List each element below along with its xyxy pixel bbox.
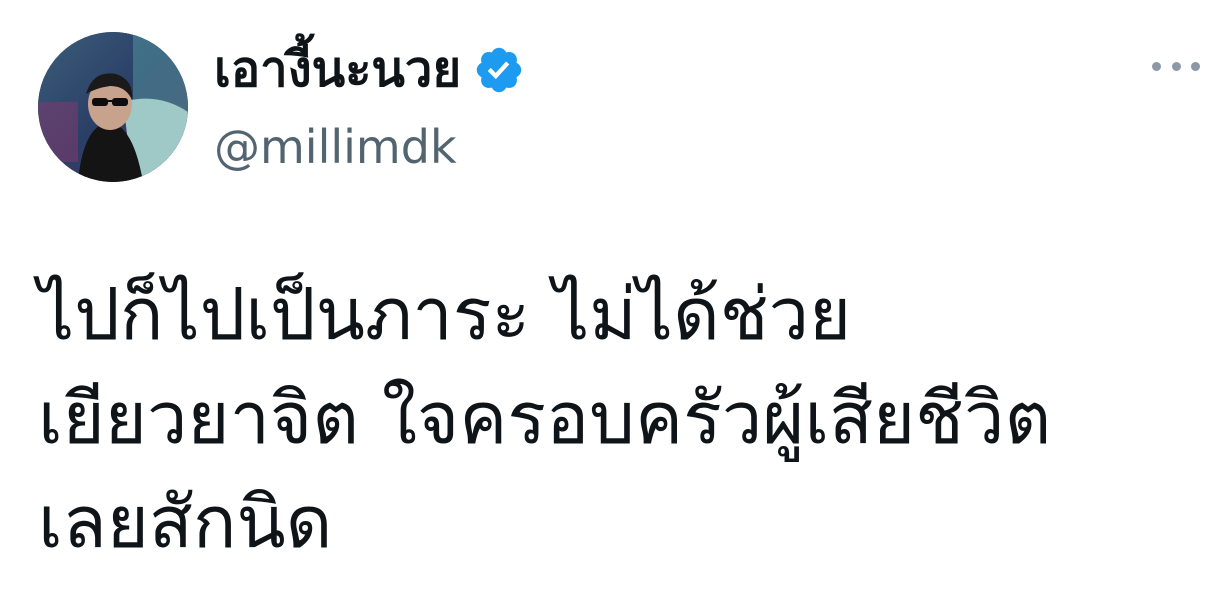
tweet-text-line: ไปก็ไปเป็นภาระ ไม่ได้ช่วย [38,272,852,356]
tweet-card: เอางี้นะนวย @millimdk ไปก็ไปเป็นภาระ ไม่… [0,0,1217,598]
more-dot [1191,61,1200,71]
user-handle[interactable]: @millimdk [214,112,457,182]
tweet-text-line: เยียวยาจิต ใจครอบครัวผู้เสียชีวิต [38,376,1052,460]
tweet-text: ไปก็ไปเป็นภาระ ไม่ได้ช่วย เยียวยาจิต ใจค… [38,262,1198,574]
display-name[interactable]: เอางี้นะนวย [214,34,461,106]
verified-badge-icon [473,44,525,96]
display-name-row: เอางี้นะนวย [214,34,525,106]
avatar-photo [38,32,188,182]
more-dot [1152,61,1161,71]
more-horizontal-icon[interactable] [1152,52,1200,80]
more-dot [1171,61,1181,71]
avatar[interactable] [38,32,188,182]
tweet-text-line: เลยสักนิด [38,480,333,564]
